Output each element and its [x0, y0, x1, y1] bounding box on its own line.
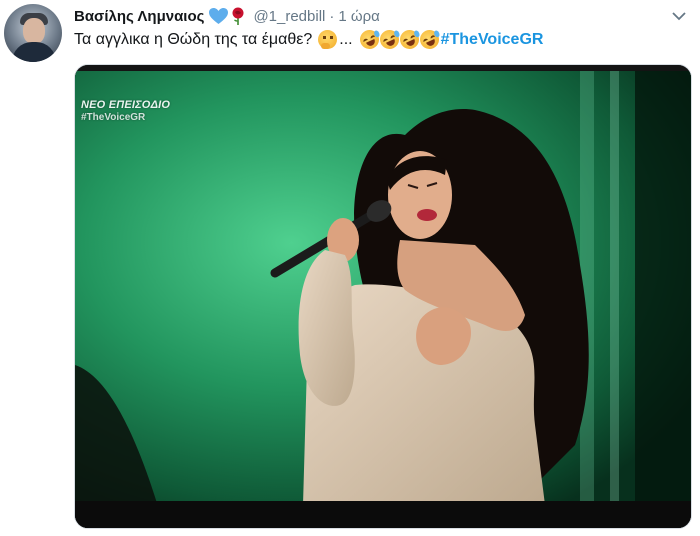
thinking-face-icon	[318, 30, 338, 49]
avatar-body	[12, 42, 56, 62]
tweet-ellipsis: ...	[339, 30, 353, 48]
rofl-icon	[356, 26, 382, 53]
tweet-media-photo[interactable]: ΝΕΟ ΕΠΕΙΣΟΔΙΟ #TheVoiceGR	[74, 64, 692, 529]
tv-overlay-episode: ΝΕΟ ΕΠΕΙΣΟΔΙΟ	[81, 99, 171, 111]
separator-dot: ·	[329, 7, 335, 25]
rofl-icon	[396, 26, 422, 53]
blue-heart-icon	[209, 7, 229, 25]
tv-overlay-hashtag: #TheVoiceGR	[81, 112, 146, 123]
author-handle[interactable]: @1_redbill	[253, 8, 325, 25]
rose-icon	[231, 7, 245, 25]
tweet-header: Βασίλης Λημναιος @1_redbill · 1 ώρα	[74, 5, 660, 27]
rofl-icon	[376, 26, 402, 53]
hashtag-link[interactable]: #TheVoiceGR	[441, 31, 544, 49]
tweet-body-text: Τα αγγλικα η Θώδη της τα έμαθε?	[74, 30, 313, 48]
chevron-down-icon[interactable]	[672, 9, 686, 21]
avatar-face	[23, 18, 45, 44]
tv-screen-photo	[75, 65, 691, 528]
tweet-timestamp[interactable]: 1 ώρα	[338, 8, 379, 25]
author-avatar[interactable]	[4, 4, 62, 62]
tweet-text: Τα αγγλικα η Θώδη της τα έμαθε? ... #The…	[74, 26, 544, 53]
rofl-icon	[416, 26, 442, 53]
author-name[interactable]: Βασίλης Λημναιος	[74, 8, 204, 25]
